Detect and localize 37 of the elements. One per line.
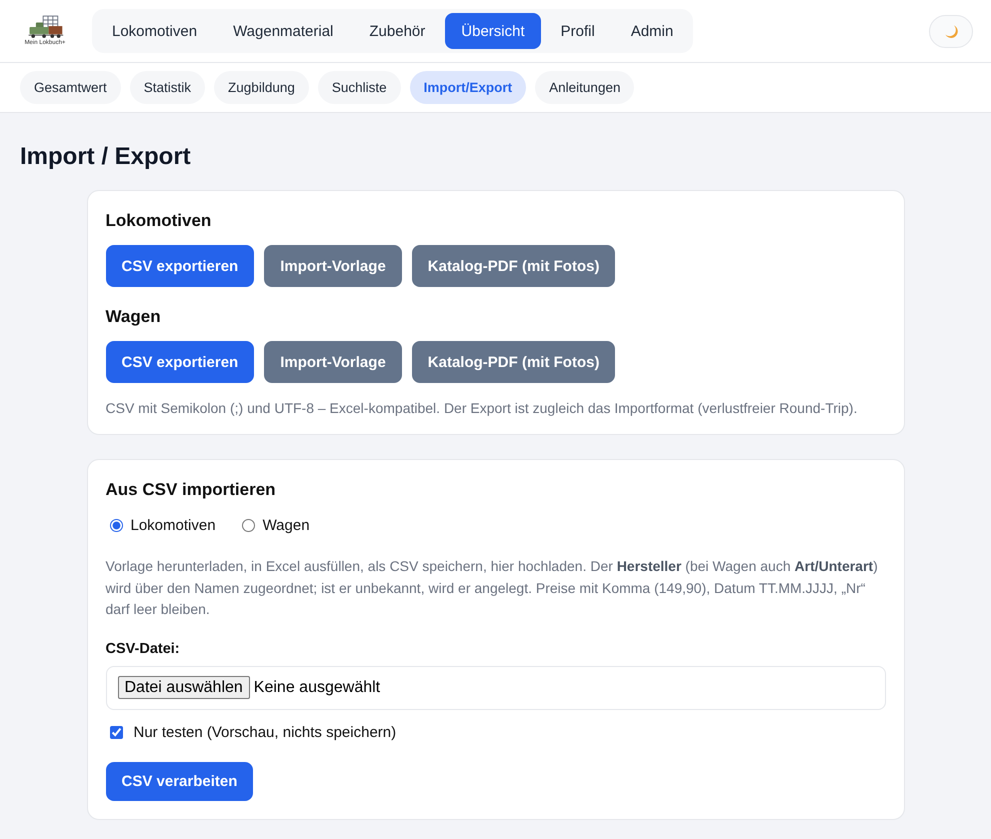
radio-label: Wagen — [262, 517, 310, 534]
download-button[interactable]: Import-Vorlage — [264, 245, 402, 287]
choose-file-button[interactable]: Datei auswählen — [118, 676, 250, 699]
subnav-tab[interactable]: Zugbildung — [214, 71, 309, 104]
file-label: CSV-Datei: — [106, 640, 181, 658]
format-note: CSV mit Semikolon (;) und UTF-8 – Excel-kompatibel. Der Export ist zugleich das Importformat (verlustfreier Round-Trip). — [106, 399, 858, 418]
checkbox[interactable] — [110, 726, 122, 738]
export-button[interactable]: CSV exportieren — [106, 341, 254, 383]
file-status-text: Keine ausgewählt — [254, 678, 380, 696]
nav-tab[interactable]: Übersicht — [445, 13, 541, 49]
theme-toggle-button[interactable] — [929, 14, 973, 48]
subnav-tab[interactable]: Statistik — [130, 71, 206, 104]
subnav-tab[interactable]: Gesamtwert — [20, 71, 121, 104]
section-heading: Wagen — [106, 306, 162, 328]
moon-icon — [944, 24, 958, 38]
download-button[interactable]: Katalog-PDF (mit Fotos) — [412, 245, 616, 287]
nav-tab[interactable]: Wagenmaterial — [217, 13, 350, 49]
file-input-field[interactable]: Datei auswählen Keine ausgewählt — [106, 666, 886, 710]
nav-tab[interactable]: Admin — [614, 13, 690, 49]
help-text: Vorlage herunterladen, in Excel ausfüllen, als CSV speichern, hier hochladen. Der Hersteller (bei Wagen auch Art/Unterart) wird über den Namen zugeordnet; ist er unbekannt, wird er angelegt. Preise mit Komma (149,90), Datum TT.MM.JJJJ, „Nr“ darf leer bleiben. — [106, 557, 879, 619]
subnav-tab[interactable]: Suchliste — [318, 71, 401, 104]
subnav-tab[interactable]: Anleitungen — [535, 71, 634, 104]
import-heading: Aus CSV importieren — [106, 479, 277, 501]
radio-button[interactable] — [242, 519, 255, 532]
download-button[interactable]: Import-Vorlage — [264, 341, 402, 383]
radio-button[interactable] — [110, 519, 122, 532]
page-title: Import / Export — [20, 143, 192, 171]
export-button[interactable]: CSV exportieren — [106, 245, 254, 287]
nav-tab[interactable]: Profil — [544, 13, 611, 49]
nav-tab[interactable]: Lokomotiven — [96, 13, 214, 49]
process-button[interactable]: CSV verarbeiten — [106, 762, 254, 800]
radio-label: Lokomotiven — [130, 517, 216, 534]
section-heading: Lokomotiven — [106, 210, 212, 232]
nav-tab[interactable]: Zubehör — [353, 13, 442, 49]
subnav-tab[interactable]: Import/Export — [410, 71, 526, 104]
checkbox-label: Nur testen (Vorschau, nichts speichern) — [134, 724, 396, 740]
download-button[interactable]: Katalog-PDF (mit Fotos) — [412, 341, 616, 383]
